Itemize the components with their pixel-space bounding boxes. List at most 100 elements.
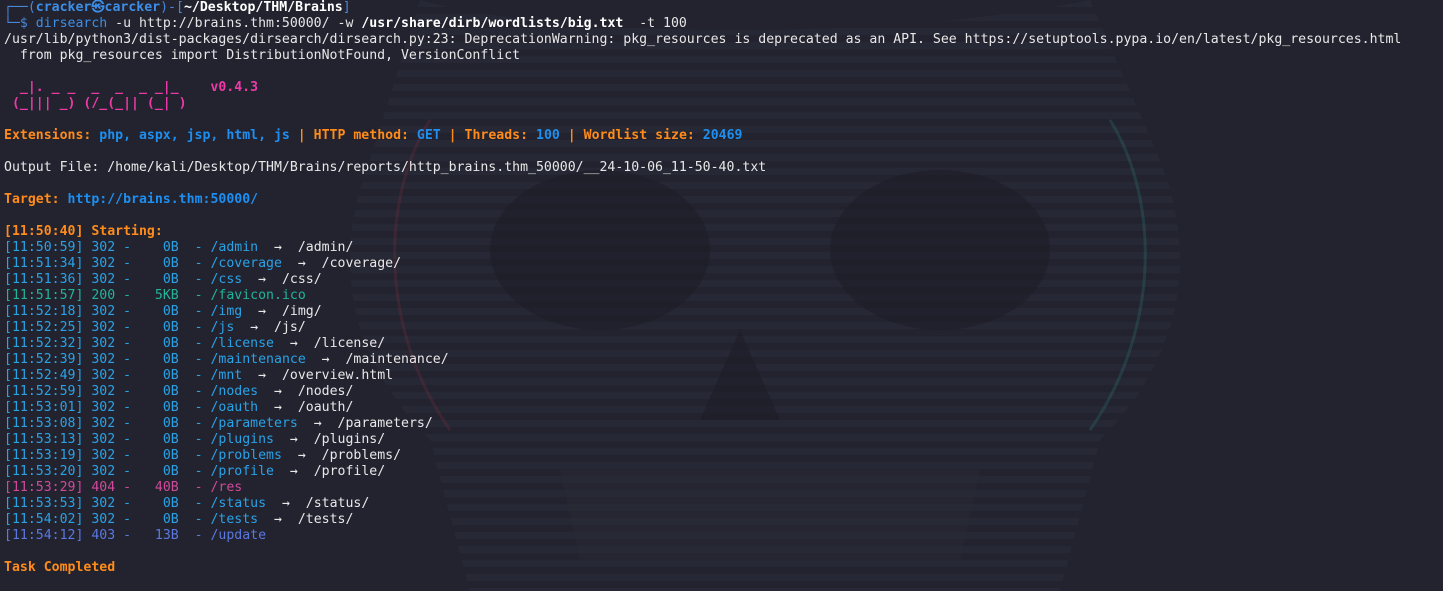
redirect-arrow-icon: →: [281, 448, 322, 463]
target-value: http://brains.thm:50000/: [67, 192, 259, 207]
command-line[interactable]: └─$ dirsearch -u http://brains.thm:50000…: [4, 16, 1443, 32]
result-redirect: /admin/: [297, 240, 354, 255]
config-line: Extensions: php, aspx, jsp, html, js | H…: [4, 128, 1443, 144]
result-status-code: 403: [91, 528, 116, 543]
result-entry: [11:53:19] 302 - 0B - /problems: [4, 448, 282, 463]
result-redirect: /js/: [274, 320, 306, 335]
result-path: /mnt: [210, 368, 243, 383]
result-row: [11:53:13] 302 - 0B - /plugins → /plugin…: [4, 432, 1443, 448]
results-list: [11:50:59] 302 - 0B - /admin → /admin/[1…: [4, 240, 1443, 544]
result-status-code: 302: [91, 496, 116, 511]
result-redirect: /license/: [313, 336, 386, 351]
redirect-arrow-icon: →: [274, 336, 314, 351]
result-status-code: 302: [91, 352, 116, 367]
result-status-code: 302: [91, 432, 116, 447]
redirect-arrow-icon: →: [274, 464, 314, 479]
result-redirect: /css/: [281, 272, 322, 287]
prompt-line-1: ┌──(cracker㉿carcker)-[~/Desktop/THM/Brai…: [4, 0, 1443, 16]
result-path: /license: [210, 336, 275, 351]
result-status-code: 302: [91, 336, 116, 351]
result-time: [11:54:02]: [4, 512, 84, 527]
result-time: [11:52:39]: [4, 352, 84, 367]
result-path: /oauth: [210, 400, 259, 415]
method-label: HTTP method:: [313, 128, 417, 143]
result-status-code: 302: [91, 320, 116, 335]
redirect-arrow-icon: →: [258, 512, 298, 527]
result-redirect: /coverage/: [321, 256, 402, 271]
result-path: /profile: [210, 464, 275, 479]
redirect-arrow-icon: →: [274, 432, 314, 447]
result-entry: [11:53:13] 302 - 0B - /plugins: [4, 432, 275, 447]
redirect-arrow-icon: →: [234, 320, 275, 335]
result-path: /js: [210, 320, 235, 335]
result-row: [11:53:19] 302 - 0B - /problems → /probl…: [4, 448, 1443, 464]
result-redirect: /nodes/: [297, 384, 354, 399]
result-path: /tests: [210, 512, 259, 527]
redirect-arrow-icon: →: [242, 304, 282, 319]
result-entry: [11:53:01] 302 - 0B - /oauth: [4, 400, 259, 415]
result-time: [11:52:25]: [4, 320, 84, 335]
result-row: [11:53:01] 302 - 0B - /oauth → /oauth/: [4, 400, 1443, 416]
config-separator: |: [289, 128, 314, 143]
result-time: [11:53:29]: [4, 480, 84, 495]
result-size: 0B: [139, 304, 179, 319]
redirect-arrow-icon: →: [281, 256, 322, 271]
result-time: [11:51:34]: [4, 256, 84, 271]
result-time: [11:53:01]: [4, 400, 84, 415]
result-row: [11:52:32] 302 - 0B - /license → /licens…: [4, 336, 1443, 352]
result-path: /admin: [210, 240, 259, 255]
result-status-code: 302: [91, 400, 116, 415]
prompt-corner: ┌──(: [4, 0, 36, 15]
result-time: [11:53:08]: [4, 416, 84, 431]
result-status-code: 302: [91, 240, 116, 255]
output-file-line: Output File: /home/kali/Desktop/THM/Brai…: [4, 160, 767, 175]
result-row: [11:52:49] 302 - 0B - /mnt → /overview.h…: [4, 368, 1443, 384]
target-line: Target: http://brains.thm:50000/: [4, 192, 1443, 208]
result-entry: [11:51:57] 200 - 5KB - /favicon.ico: [4, 288, 306, 303]
result-path: /res: [210, 480, 243, 495]
result-entry: [11:50:59] 302 - 0B - /admin: [4, 240, 259, 255]
result-redirect: /problems/: [321, 448, 402, 463]
result-path: /css: [210, 272, 243, 287]
result-path: /nodes: [210, 384, 259, 399]
result-path: /problems: [210, 448, 282, 463]
result-status-code: 302: [91, 512, 116, 527]
result-path: /favicon.ico: [210, 288, 306, 303]
result-size: 0B: [139, 464, 179, 479]
prompt-path: ~/Desktop/THM/Brains: [183, 0, 343, 15]
result-entry: [11:52:49] 302 - 0B - /mnt: [4, 368, 243, 383]
extensions-value: php, aspx, jsp, html, js: [99, 128, 290, 143]
redirect-arrow-icon: →: [242, 272, 282, 287]
result-status-code: 302: [91, 448, 116, 463]
extensions-label: Extensions:: [4, 128, 100, 143]
wordlist-size-value: 20469: [702, 128, 743, 143]
dirsearch-logo-row-1: _|. _ _ _ _ _ _|_ v0.4.3: [4, 80, 259, 95]
result-time: [11:53:19]: [4, 448, 84, 463]
dirsearch-logo-row-2: (_||| _) (/_(_|| (_| ): [4, 96, 187, 111]
prompt-dollar: └─$: [4, 16, 36, 31]
result-row: [11:50:59] 302 - 0B - /admin → /admin/: [4, 240, 1443, 256]
terminal-window[interactable]: ┌──(cracker㉿carcker)-[~/Desktop/THM/Brai…: [0, 0, 1443, 591]
config-separator: |: [559, 128, 584, 143]
warning-line-1: /usr/lib/python3/dist-packages/dirsearch…: [4, 32, 1402, 47]
result-time: [11:51:36]: [4, 272, 84, 287]
result-row: [11:53:29] 404 - 40B - /res: [4, 480, 1443, 496]
result-redirect: /parameters/: [337, 416, 433, 431]
result-path: /parameters: [210, 416, 298, 431]
result-entry: [11:54:12] 403 - 13B - /update: [4, 528, 267, 543]
result-size: 0B: [139, 352, 179, 367]
result-time: [11:51:57]: [4, 288, 84, 303]
result-path: /img: [210, 304, 243, 319]
redirect-arrow-icon: →: [258, 400, 298, 415]
result-row: [11:52:18] 302 - 0B - /img → /img/: [4, 304, 1443, 320]
result-time: [11:53:13]: [4, 432, 84, 447]
result-status-code: 404: [91, 480, 116, 495]
result-entry: [11:53:20] 302 - 0B - /profile: [4, 464, 275, 479]
result-status-code: 302: [91, 272, 116, 287]
result-row: [11:53:20] 302 - 0B - /profile → /profil…: [4, 464, 1443, 480]
redirect-arrow-icon: →: [266, 496, 306, 511]
result-time: [11:52:49]: [4, 368, 84, 383]
result-size: 0B: [139, 432, 179, 447]
wordlist-size-label: Wordlist size:: [583, 128, 703, 143]
